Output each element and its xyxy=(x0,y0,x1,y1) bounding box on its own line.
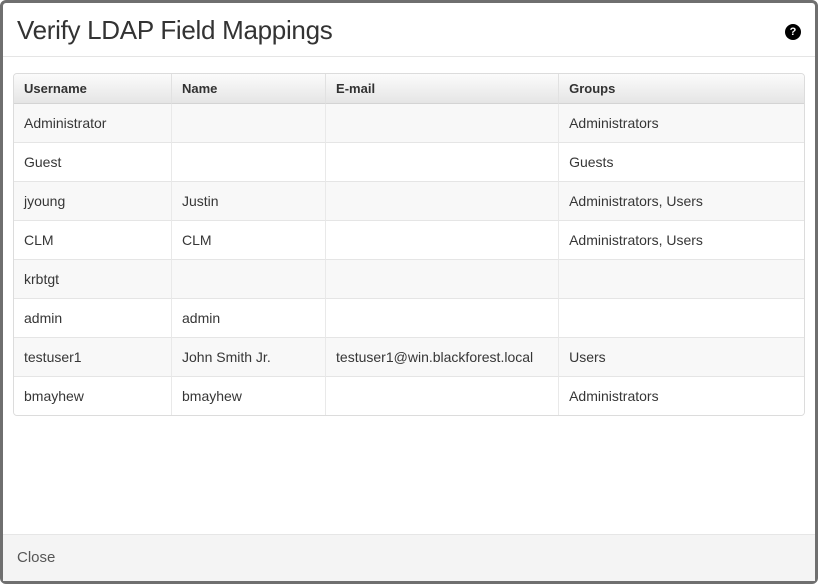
table-row: Guest Guests xyxy=(14,143,804,182)
cell-email xyxy=(326,299,559,338)
table-row: testuser1John Smith Jr.testuser1@win.bla… xyxy=(14,338,804,377)
cell-username: Guest xyxy=(14,143,172,182)
dialog-title: Verify LDAP Field Mappings xyxy=(17,15,332,46)
cell-name: admin xyxy=(172,299,326,338)
cell-email xyxy=(326,260,559,299)
cell-name: bmayhew xyxy=(172,377,326,415)
cell-groups: Administrators, Users xyxy=(559,182,804,221)
cell-username: krbtgt xyxy=(14,260,172,299)
cell-groups: Guests xyxy=(559,143,804,182)
table-row: jyoungJustin Administrators, Users xyxy=(14,182,804,221)
cell-username: jyoung xyxy=(14,182,172,221)
col-header-name[interactable]: Name xyxy=(172,74,326,104)
ldap-verify-dialog: Verify LDAP Field Mappings ? Username Na… xyxy=(0,0,818,584)
cell-groups xyxy=(559,299,804,338)
cell-groups: Administrators xyxy=(559,104,804,143)
cell-groups: Administrators, Users xyxy=(559,221,804,260)
dialog-footer: Close xyxy=(3,534,815,581)
table-header-row: Username Name E-mail Groups xyxy=(14,74,804,104)
close-button[interactable]: Close xyxy=(17,549,55,566)
col-header-email[interactable]: E-mail xyxy=(326,74,559,104)
col-header-username[interactable]: Username xyxy=(14,74,172,104)
help-icon[interactable]: ? xyxy=(785,24,801,40)
cell-groups xyxy=(559,260,804,299)
cell-name xyxy=(172,260,326,299)
cell-username: CLM xyxy=(14,221,172,260)
cell-email xyxy=(326,221,559,260)
dialog-header: Verify LDAP Field Mappings ? xyxy=(3,3,815,56)
table-row: krbtgt xyxy=(14,260,804,299)
cell-name: John Smith Jr. xyxy=(172,338,326,377)
cell-name: CLM xyxy=(172,221,326,260)
cell-username: admin xyxy=(14,299,172,338)
table-row: CLMCLM Administrators, Users xyxy=(14,221,804,260)
table-row: Administrator Administrators xyxy=(14,104,804,143)
dialog-body: Username Name E-mail Groups Administrato… xyxy=(3,57,815,534)
cell-email xyxy=(326,143,559,182)
cell-username: testuser1 xyxy=(14,338,172,377)
col-header-groups[interactable]: Groups xyxy=(559,74,804,104)
cell-email xyxy=(326,104,559,143)
table-row: adminadmin xyxy=(14,299,804,338)
cell-groups: Users xyxy=(559,338,804,377)
cell-email xyxy=(326,182,559,221)
cell-email xyxy=(326,377,559,415)
table-row: bmayhewbmayhew Administrators xyxy=(14,377,804,415)
cell-groups: Administrators xyxy=(559,377,804,415)
ldap-mapping-table: Username Name E-mail Groups Administrato… xyxy=(13,73,805,416)
cell-email: testuser1@win.blackforest.local xyxy=(326,338,559,377)
cell-name: Justin xyxy=(172,182,326,221)
cell-username: Administrator xyxy=(14,104,172,143)
cell-name xyxy=(172,143,326,182)
cell-name xyxy=(172,104,326,143)
cell-username: bmayhew xyxy=(14,377,172,415)
